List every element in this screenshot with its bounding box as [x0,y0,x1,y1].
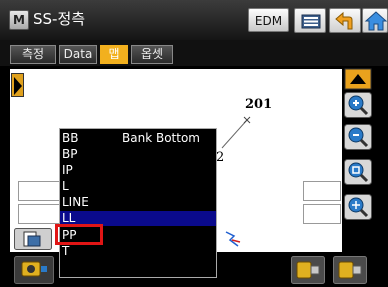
left-panel-toggle[interactable] [11,73,24,97]
list-item[interactable]: T [60,244,216,259]
target-button[interactable] [333,256,367,284]
pan-button[interactable] [344,194,372,220]
zoom-in-button[interactable] [344,92,372,118]
list-item[interactable]: IP [60,163,216,178]
tab-data[interactable]: Data [59,45,97,64]
list-item-code: BP [62,147,78,161]
expand-right-icon [14,77,22,95]
zoom-out-button[interactable] [344,124,372,150]
total-station-icon [14,256,54,284]
right-info-box-2 [303,204,341,224]
list-button[interactable] [294,8,326,33]
list-item-code: L [62,179,69,193]
left-info-box-2 [18,204,60,224]
point-label: 201 [245,97,273,112]
map-glyph: 2 [216,150,225,165]
scroll-up-icon [344,68,372,90]
home-button[interactable] [362,8,388,33]
list-item-code: T [62,244,70,258]
scroll-up-button[interactable] [344,68,372,90]
list-item[interactable]: BP [60,147,216,162]
highlight-annotation [55,224,103,245]
zoom-extent-icon [344,159,372,185]
title-bar: M SS-정측 EDM [0,0,388,40]
edm-button[interactable]: EDM [248,8,289,32]
tab-map[interactable]: 맵 [100,45,128,64]
zoom-out-icon [344,124,372,150]
home-icon [364,11,388,31]
prism-button[interactable] [291,256,325,284]
pan-icon [344,194,372,220]
list-icon [301,14,321,29]
list-item[interactable]: L [60,179,216,194]
list-item-description: Bank Bottom [122,131,200,145]
list-item[interactable]: LINE [60,195,216,210]
app-menu-icon[interactable]: M [9,10,29,30]
zoom-in-icon [344,92,372,118]
right-info-box-1 [303,181,341,201]
instrument-button[interactable] [14,256,54,284]
list-item-code: BB [62,131,79,145]
list-item[interactable]: BB Bank Bottom [60,131,216,146]
back-button[interactable] [329,8,361,33]
zoom-extent-button[interactable] [344,159,372,185]
tab-offset[interactable]: 옵셋 [131,45,173,64]
code-list-popup[interactable]: BB Bank Bottom BP IP L LINE LL PP T [59,128,217,278]
tab-bar: 측정 Data 맵 옵셋 [0,40,388,66]
layer-button[interactable] [14,228,52,250]
tab-measure[interactable]: 측정 [10,45,56,64]
target-icon [333,256,367,284]
prism-icon [291,256,325,284]
list-item-code: IP [62,163,73,177]
back-arrow-icon [335,11,353,30]
list-item-code: LINE [62,195,89,209]
layer-icon [14,228,52,250]
left-info-box-1 [18,181,60,201]
window-title: SS-정측 [33,10,86,28]
